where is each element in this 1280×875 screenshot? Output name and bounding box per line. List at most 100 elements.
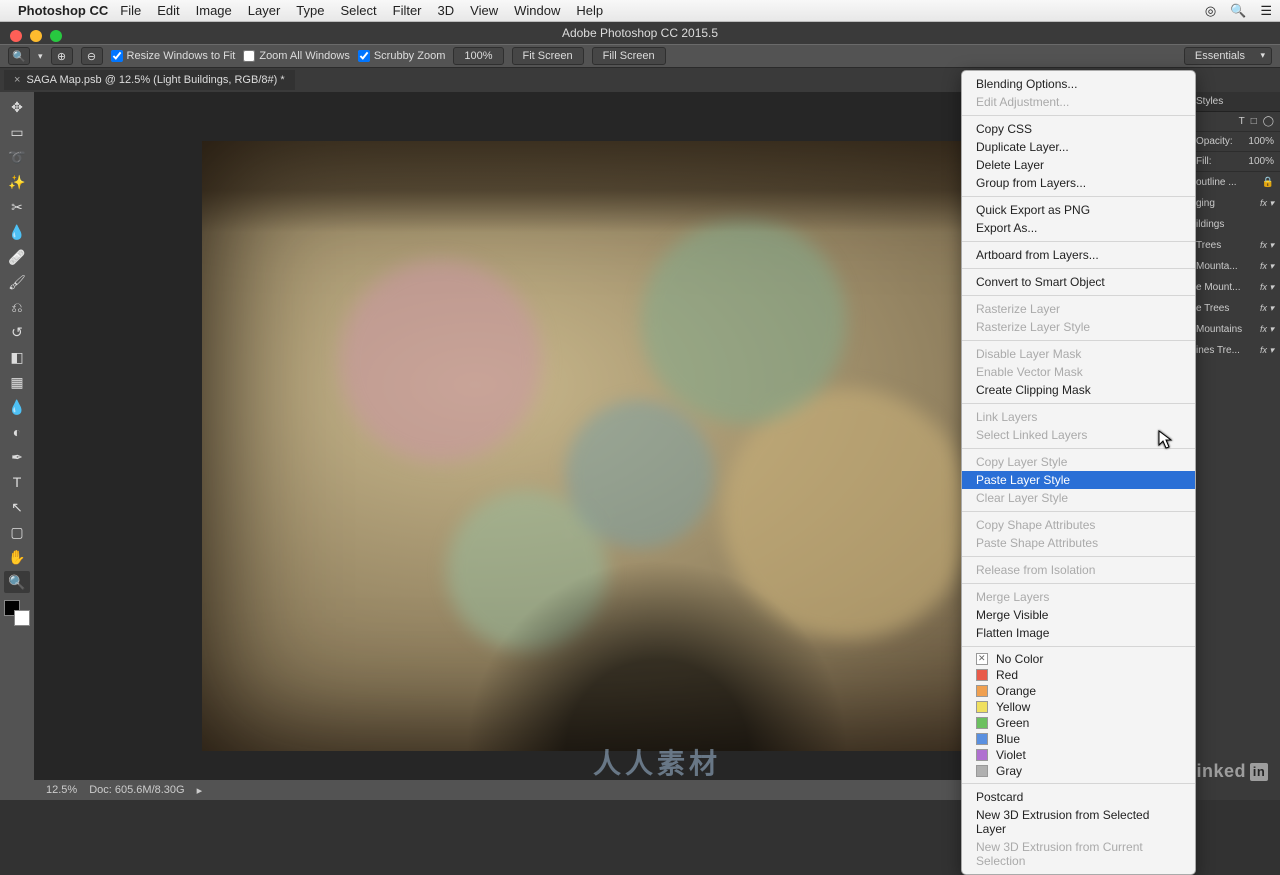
menu-select[interactable]: Select [340, 3, 376, 18]
menu-filter[interactable]: Filter [393, 3, 422, 18]
color-label-item[interactable]: Green [962, 715, 1195, 731]
layer-row[interactable]: gingfx ▾ [1190, 193, 1280, 214]
color-label-item[interactable]: Violet [962, 747, 1195, 763]
zoom-in-icon[interactable]: ⊕ [51, 47, 73, 65]
ellipse-icon[interactable]: ◯ [1263, 116, 1274, 127]
menu-item[interactable]: Create Clipping Mask [962, 381, 1195, 399]
menu-item[interactable]: Export As... [962, 219, 1195, 237]
color-label-item[interactable]: Red [962, 667, 1195, 683]
fx-badge[interactable]: fx ▾ [1260, 324, 1274, 335]
type-tool[interactable]: T [4, 471, 30, 493]
shape-tool[interactable]: ▢ [4, 521, 30, 543]
styles-tab[interactable]: Styles [1196, 96, 1223, 107]
fill-screen-button[interactable]: Fill Screen [592, 47, 666, 65]
minimize-window-icon[interactable] [30, 30, 42, 42]
app-name[interactable]: Photoshop CC [18, 3, 108, 18]
zoom-window-icon[interactable] [50, 30, 62, 42]
brush-tool[interactable]: 🖌 [4, 271, 30, 293]
fx-badge[interactable]: fx ▾ [1260, 282, 1274, 293]
path-select-tool[interactable]: ↖ [4, 496, 30, 518]
menu-item[interactable]: New 3D Extrusion from Selected Layer [962, 806, 1195, 838]
menu-item[interactable]: Postcard [962, 788, 1195, 806]
layer-row[interactable]: outline ...🔒 [1190, 172, 1280, 193]
zoom-tool[interactable]: 🔍 [4, 571, 30, 593]
menu-image[interactable]: Image [196, 3, 232, 18]
color-label-item[interactable]: Orange [962, 683, 1195, 699]
layer-row[interactable]: ines Tre...fx ▾ [1190, 340, 1280, 361]
chevron-right-icon[interactable]: ▸ [197, 784, 203, 797]
zoom-100-button[interactable]: 100% [453, 47, 503, 65]
foreground-background-colors[interactable] [4, 600, 30, 626]
menu-layer[interactable]: Layer [248, 3, 281, 18]
color-label-item[interactable]: Yellow [962, 699, 1195, 715]
layer-row[interactable]: Treesfx ▾ [1190, 235, 1280, 256]
gradient-tool[interactable]: ▦ [4, 371, 30, 393]
fx-badge[interactable]: fx ▾ [1260, 240, 1274, 251]
menu-type[interactable]: Type [296, 3, 324, 18]
menu-item[interactable]: Convert to Smart Object [962, 273, 1195, 291]
pen-tool[interactable]: ✒ [4, 446, 30, 468]
resize-windows-checkbox[interactable]: Resize Windows to Fit [111, 50, 236, 62]
layer-row[interactable]: ildings [1190, 214, 1280, 235]
close-tab-icon[interactable]: × [14, 74, 20, 86]
cc-icon[interactable]: ◎ [1205, 3, 1216, 19]
fill-value[interactable]: 100% [1248, 156, 1274, 167]
document-tab[interactable]: × SAGA Map.psb @ 12.5% (Light Buildings,… [4, 70, 295, 90]
close-window-icon[interactable] [10, 30, 22, 42]
search-icon[interactable]: 🔍 [1230, 3, 1246, 19]
eraser-tool[interactable]: ◧ [4, 346, 30, 368]
menu-item[interactable]: Duplicate Layer... [962, 138, 1195, 156]
zoom-out-icon[interactable]: ⊖ [81, 47, 103, 65]
menu-icon[interactable]: ☰ [1260, 3, 1272, 19]
menu-item[interactable]: Paste Layer Style [962, 471, 1195, 489]
fx-badge[interactable]: fx ▾ [1260, 303, 1274, 314]
color-label-item[interactable]: Gray [962, 763, 1195, 779]
blur-tool[interactable]: 💧 [4, 396, 30, 418]
menu-item[interactable]: Merge Visible [962, 606, 1195, 624]
history-brush-tool[interactable]: ↺ [4, 321, 30, 343]
menu-item[interactable]: Artboard from Layers... [962, 246, 1195, 264]
scrubby-zoom-checkbox[interactable]: Scrubby Zoom [358, 50, 446, 62]
quick-select-tool[interactable]: ✨ [4, 171, 30, 193]
menu-item[interactable]: Quick Export as PNG [962, 201, 1195, 219]
dodge-tool[interactable]: ◐ [4, 421, 30, 443]
fx-badge[interactable]: fx ▾ [1260, 198, 1274, 209]
layer-row[interactable]: Mountainsfx ▾ [1190, 319, 1280, 340]
zoom-all-checkbox[interactable]: Zoom All Windows [243, 50, 349, 62]
menu-help[interactable]: Help [576, 3, 603, 18]
crop-tool[interactable]: ✂ [4, 196, 30, 218]
move-tool[interactable]: ✥ [4, 96, 30, 118]
menu-file[interactable]: File [120, 3, 141, 18]
background-color-icon[interactable] [14, 610, 30, 626]
fx-badge[interactable]: fx ▾ [1260, 345, 1274, 356]
layer-row[interactable]: e Mount...fx ▾ [1190, 277, 1280, 298]
layer-row[interactable]: e Treesfx ▾ [1190, 298, 1280, 319]
type-tool-icon[interactable]: T [1239, 116, 1245, 127]
layer-row[interactable]: Mounta...fx ▾ [1190, 256, 1280, 277]
zoom-tool-icon[interactable]: 🔍 [8, 47, 30, 65]
zoom-level[interactable]: 12.5% [46, 784, 77, 796]
menu-item[interactable]: Blending Options... [962, 75, 1195, 93]
fit-screen-button[interactable]: Fit Screen [512, 47, 584, 65]
menu-window[interactable]: Window [514, 3, 560, 18]
healing-tool[interactable]: 🩹 [4, 246, 30, 268]
eyedropper-tool[interactable]: 💧 [4, 221, 30, 243]
color-label-item[interactable]: No Color [962, 651, 1195, 667]
stamp-tool[interactable]: ⎌ [4, 296, 30, 318]
menu-item[interactable]: Group from Layers... [962, 174, 1195, 192]
chevron-down-icon[interactable]: ▾ [38, 51, 43, 62]
menu-item[interactable]: Copy CSS [962, 120, 1195, 138]
lock-icon[interactable]: 🔒 [1262, 177, 1274, 188]
menu-item[interactable]: Delete Layer [962, 156, 1195, 174]
opacity-value[interactable]: 100% [1248, 136, 1274, 147]
fx-badge[interactable]: fx ▾ [1260, 261, 1274, 272]
menu-view[interactable]: View [470, 3, 498, 18]
menu-3d[interactable]: 3D [438, 3, 455, 18]
marquee-tool[interactable]: ▭ [4, 121, 30, 143]
lasso-tool[interactable]: ➰ [4, 146, 30, 168]
hand-tool[interactable]: ✋ [4, 546, 30, 568]
menu-edit[interactable]: Edit [157, 3, 179, 18]
color-label-item[interactable]: Blue [962, 731, 1195, 747]
menu-item[interactable]: Flatten Image [962, 624, 1195, 642]
rect-icon[interactable]: □ [1251, 116, 1257, 127]
